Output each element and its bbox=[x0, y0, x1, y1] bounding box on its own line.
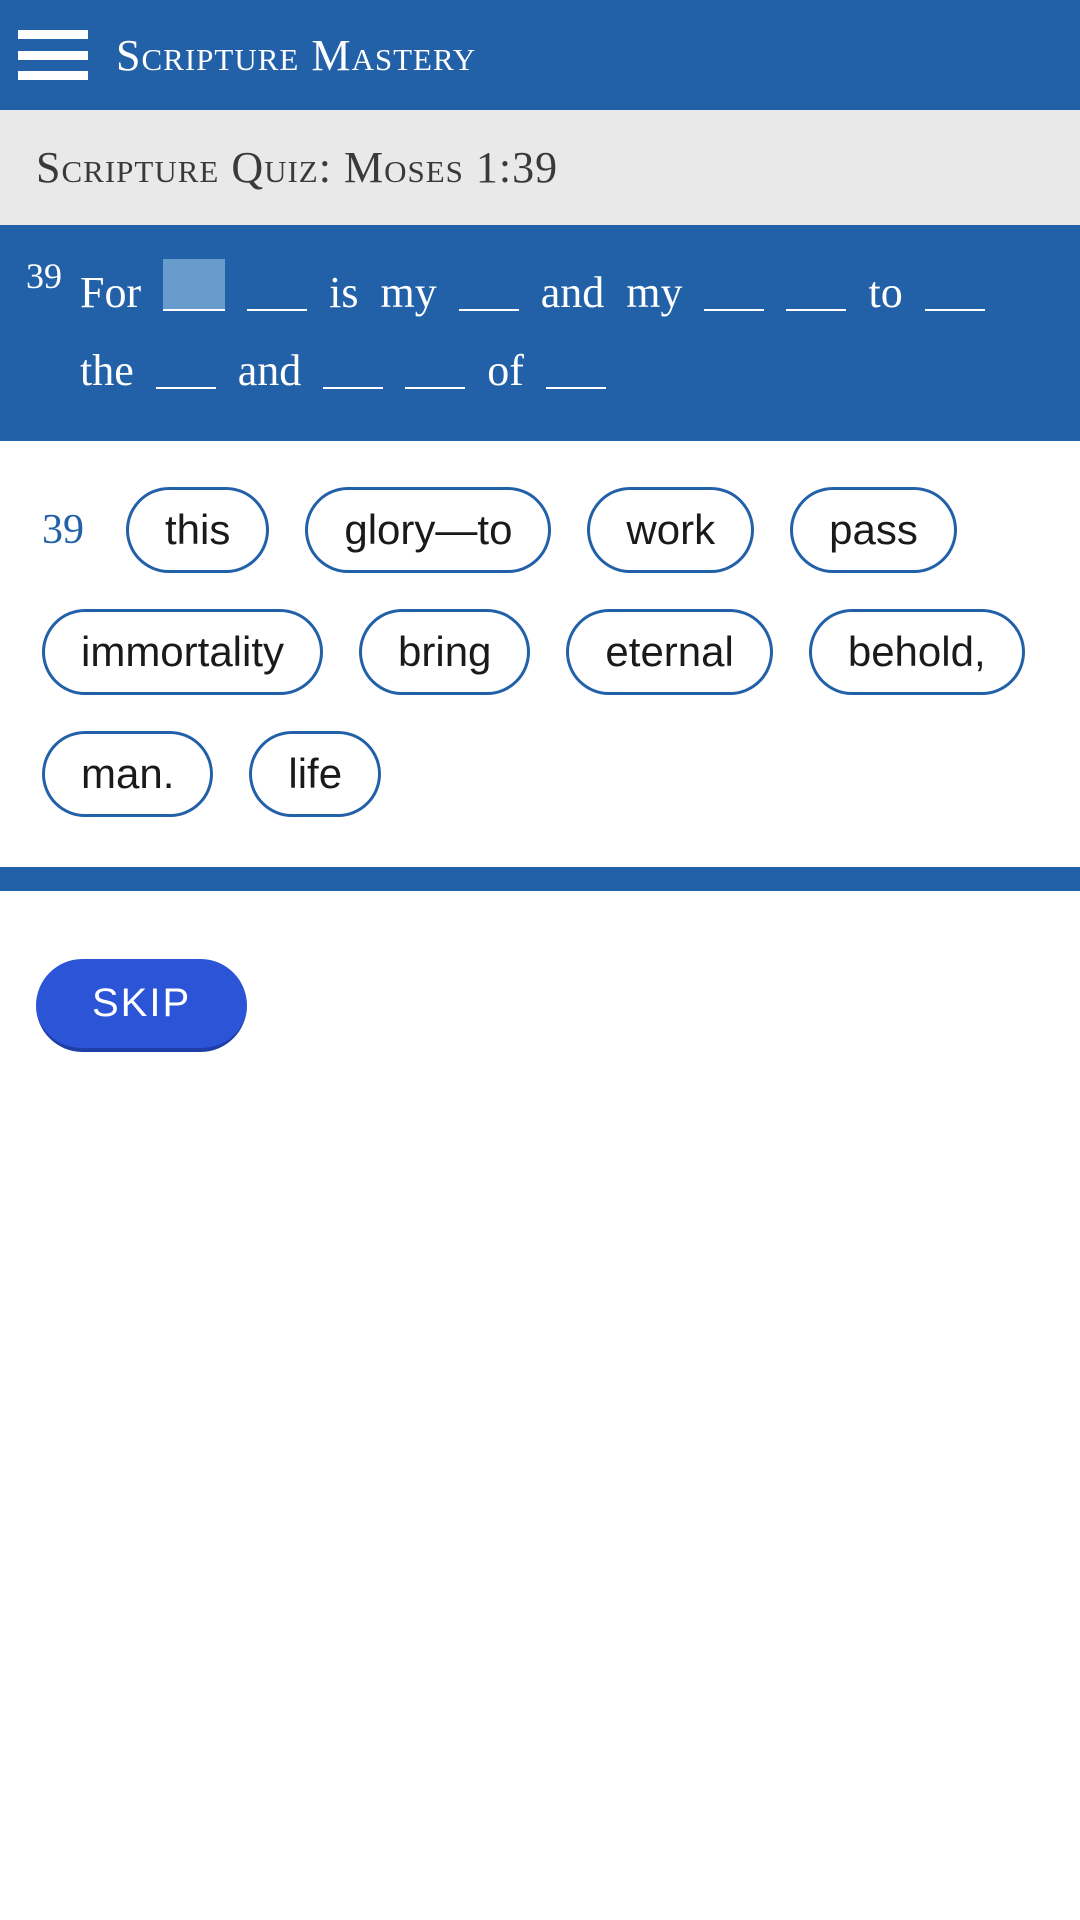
menu-icon[interactable] bbox=[18, 30, 88, 80]
choice-chip[interactable]: this bbox=[126, 487, 269, 573]
app-header: Scripture Mastery bbox=[0, 0, 1080, 110]
verse-blank[interactable] bbox=[156, 345, 216, 389]
verse-word: to bbox=[868, 262, 902, 324]
quiz-title: Scripture Quiz: Moses 1:39 bbox=[36, 142, 558, 193]
verse-panel: 39 Forismyandmytotheandof bbox=[0, 225, 1080, 441]
choice-chip[interactable]: behold, bbox=[809, 609, 1025, 695]
verse-word: the bbox=[80, 340, 134, 402]
verse-blank[interactable] bbox=[247, 267, 307, 311]
skip-panel: SKIP bbox=[0, 891, 1080, 1120]
verse-word: and bbox=[238, 340, 302, 402]
verse-blank-active[interactable] bbox=[163, 259, 225, 311]
divider bbox=[0, 867, 1080, 891]
choice-chip[interactable]: bring bbox=[359, 609, 530, 695]
verse-blank[interactable] bbox=[459, 267, 519, 311]
choice-chip[interactable]: work bbox=[587, 487, 754, 573]
choice-verse-number: 39 bbox=[42, 506, 84, 554]
app-title: Scripture Mastery bbox=[116, 30, 476, 81]
quiz-subheader: Scripture Quiz: Moses 1:39 bbox=[0, 110, 1080, 225]
choice-chip[interactable]: immortality bbox=[42, 609, 323, 695]
choice-chip[interactable]: life bbox=[249, 731, 381, 817]
verse-blank[interactable] bbox=[704, 267, 764, 311]
verse-word: of bbox=[487, 340, 524, 402]
verse-number: 39 bbox=[26, 255, 62, 298]
verse-blank[interactable] bbox=[786, 267, 846, 311]
verse-word: is bbox=[329, 262, 358, 324]
choice-chip[interactable]: eternal bbox=[566, 609, 772, 695]
verse-blank[interactable] bbox=[925, 267, 985, 311]
choice-chip[interactable]: man. bbox=[42, 731, 213, 817]
verse-word: and bbox=[541, 262, 605, 324]
verse-blank[interactable] bbox=[546, 345, 606, 389]
verse-word: my bbox=[626, 262, 682, 324]
choice-chip[interactable]: glory—to bbox=[305, 487, 551, 573]
verse-word: For bbox=[80, 262, 141, 324]
verse-blank[interactable] bbox=[323, 345, 383, 389]
skip-button[interactable]: SKIP bbox=[36, 959, 247, 1052]
verse-word: my bbox=[380, 262, 436, 324]
verse-text: Forismyandmytotheandof bbox=[80, 255, 1054, 401]
choices-panel: 39 this glory—to work pass immortality bringet… bbox=[0, 441, 1080, 867]
choice-chip[interactable]: pass bbox=[790, 487, 957, 573]
verse-blank[interactable] bbox=[405, 345, 465, 389]
